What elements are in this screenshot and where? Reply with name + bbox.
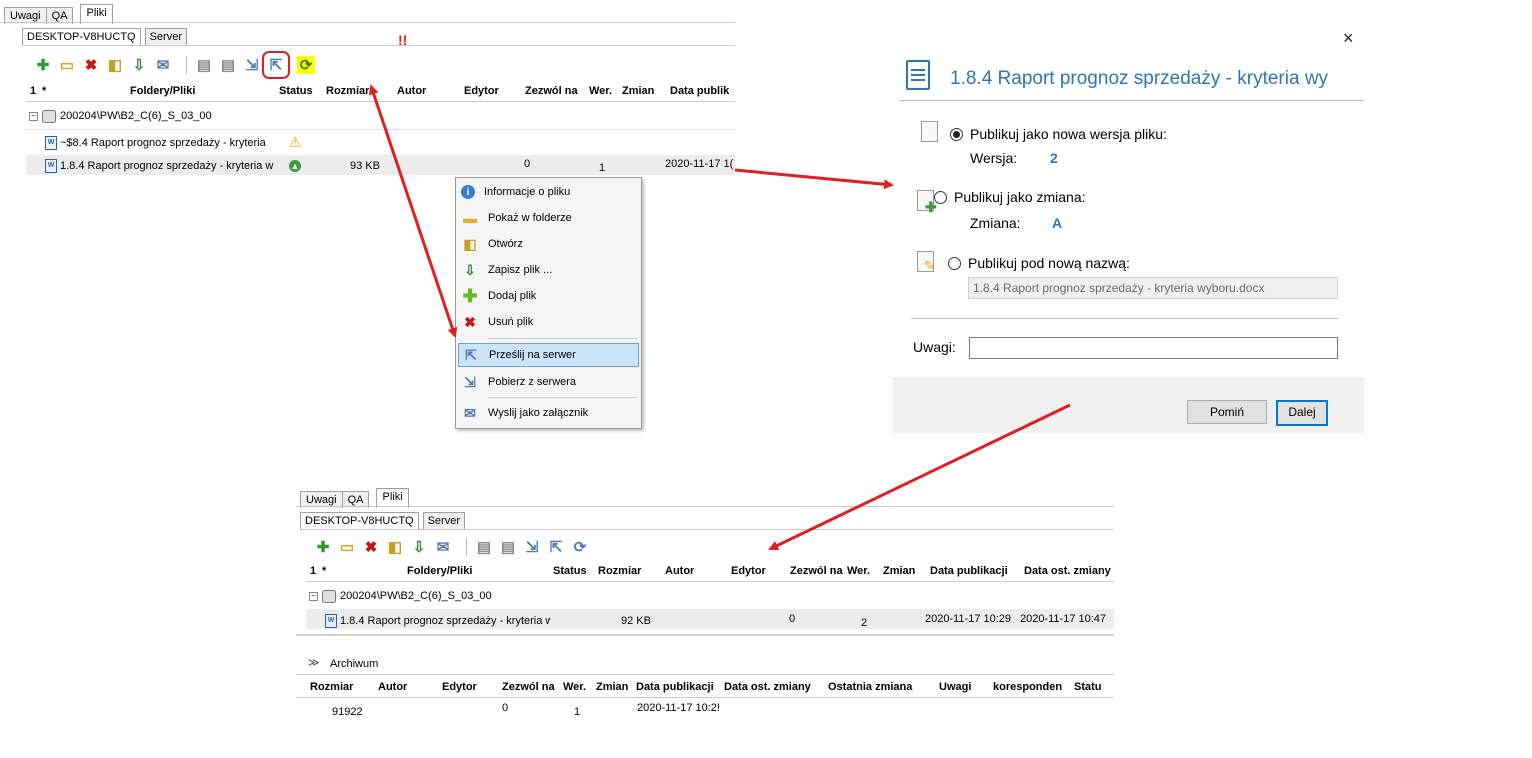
arrow-dialog-to-result [768,403,1071,551]
annotation-arrows [368,84,1071,551]
arrow-row-to-dialog [734,168,894,190]
arrow-toolbar-to-menu [368,84,458,338]
